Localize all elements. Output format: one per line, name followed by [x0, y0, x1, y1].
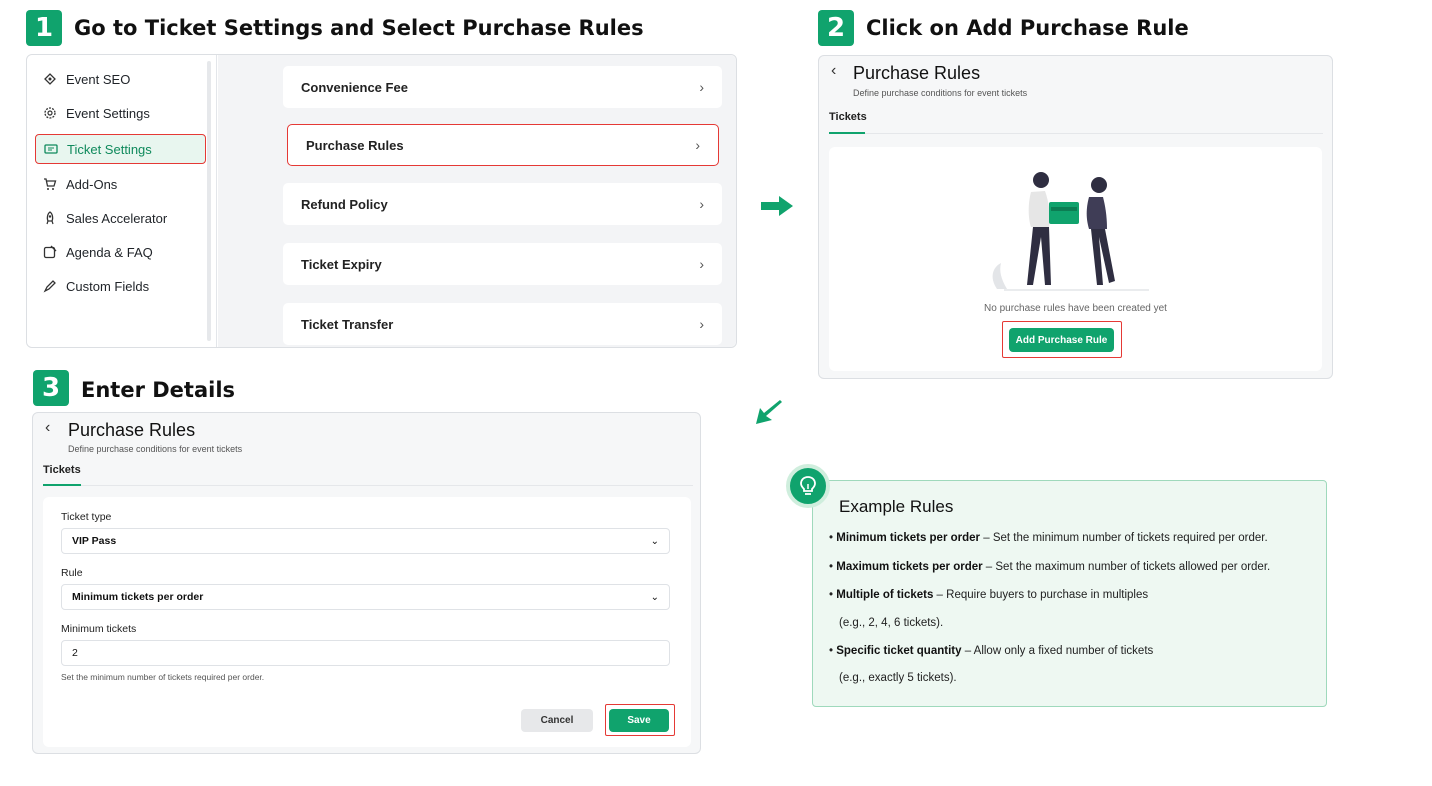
empty-state-card: No purchase rules have been created yet … [829, 147, 1322, 371]
sidebar-item-label: Add-Ons [66, 176, 118, 192]
step-3-title: Enter Details [81, 378, 236, 402]
rocket-icon [46, 211, 54, 225]
example-rule-item: • Specific ticket quantity – Allow only … [829, 645, 1154, 657]
back-icon[interactable]: ‹ [831, 62, 836, 80]
example-rule-item: • Multiple of tickets – Require buyers t… [829, 589, 1149, 601]
ticket-icon [44, 144, 58, 154]
purchase-rule-form-panel: ‹ Purchase Rules Define purchase conditi… [32, 412, 701, 754]
example-rule-name: Multiple of tickets [836, 589, 934, 601]
arrow-right-icon [761, 196, 793, 216]
step-1-badge: 1 [26, 10, 62, 46]
page-title: Purchase Rules [68, 420, 196, 440]
example-rule-desc: – Set the maximum number of tickets allo… [982, 561, 1271, 573]
row-label: Convenience Fee [301, 79, 408, 95]
sidebar-item-label: Event Settings [66, 105, 150, 121]
chevron-right-icon: › [699, 196, 704, 212]
page-subtitle: Define purchase conditions for event tic… [853, 88, 1028, 98]
example-rule-name: Minimum tickets per order [836, 532, 981, 544]
chevron-down-icon: ⌄ [650, 591, 659, 603]
step-2-title: Click on Add Purchase Rule [866, 16, 1189, 40]
lightbulb-icon [786, 464, 830, 508]
rule-value: Minimum tickets per order [72, 591, 204, 603]
back-icon[interactable]: ‹ [45, 419, 50, 437]
example-rule-desc: – Require buyers to purchase in multiple… [933, 589, 1149, 601]
handing-box-illustration-icon [992, 172, 1149, 291]
sidebar-item-label: Custom Fields [66, 278, 150, 294]
settings-row-purchase-rules[interactable]: Purchase Rules › [287, 124, 719, 166]
tab-tickets[interactable]: Tickets [829, 111, 867, 123]
page-title: Purchase Rules [853, 63, 981, 83]
purchase-rules-empty-panel: ‹ Purchase Rules Define purchase conditi… [818, 55, 1333, 379]
example-rules-box: Example Rules • Minimum tickets per orde… [812, 480, 1327, 707]
chevron-right-icon: › [699, 316, 704, 332]
sidebar-item-label: Sales Accelerator [66, 210, 168, 226]
minimum-tickets-label: Minimum tickets [61, 623, 137, 635]
sidebar-item-sales-accelerator[interactable]: Sales Accelerator [35, 203, 207, 233]
tab-divider [43, 485, 693, 486]
tab-active-indicator [829, 132, 865, 134]
seo-icon [44, 73, 56, 85]
arrow-down-left-icon [756, 400, 782, 424]
cart-icon [44, 178, 57, 190]
empty-state-text: No purchase rules have been created yet [984, 303, 1167, 314]
settings-row-ticket-transfer[interactable]: Ticket Transfer › [283, 303, 722, 345]
highlight-box [605, 704, 675, 736]
example-rule-item: • Maximum tickets per order – Set the ma… [829, 561, 1271, 573]
page-subtitle: Define purchase conditions for event tic… [68, 444, 243, 454]
minimum-tickets-input[interactable]: 2 [61, 640, 670, 666]
settings-row-ticket-expiry[interactable]: Ticket Expiry › [283, 243, 722, 285]
fields-icon [43, 280, 56, 293]
minimum-tickets-help: Set the minimum number of tickets requir… [61, 672, 265, 682]
sidebar: Event SEO Event Settings Ticket Settings… [27, 55, 217, 347]
sidebar-item-custom-fields[interactable]: Custom Fields [35, 271, 207, 301]
row-label: Purchase Rules [306, 137, 404, 153]
tab-active-indicator [43, 484, 81, 486]
settings-row-convenience-fee[interactable]: Convenience Fee › [283, 66, 722, 108]
row-label: Refund Policy [301, 196, 388, 212]
chevron-right-icon: › [699, 79, 704, 95]
example-rules-title: Example Rules [839, 497, 954, 516]
highlight-box [1002, 321, 1122, 358]
sidebar-item-event-seo[interactable]: Event SEO [35, 64, 207, 94]
ticket-type-value: VIP Pass [72, 535, 117, 547]
sidebar-item-label: Agenda & FAQ [66, 244, 153, 260]
chevron-down-icon: ⌄ [650, 535, 659, 547]
sidebar-item-add-ons[interactable]: Add-Ons [35, 169, 207, 199]
rule-select[interactable]: Minimum tickets per order ⌄ [61, 584, 670, 610]
row-label: Ticket Transfer [301, 316, 394, 332]
rule-label: Rule [61, 567, 83, 579]
example-rule-desc: – Allow only a fixed number of tickets [961, 645, 1154, 657]
ticket-settings-panel: Event SEO Event Settings Ticket Settings… [26, 54, 737, 348]
step-2-badge: 2 [818, 10, 854, 46]
sidebar-item-event-settings[interactable]: Event Settings [35, 98, 207, 128]
example-rule-desc: – Set the minimum number of tickets requ… [980, 532, 1268, 544]
cancel-button[interactable]: Cancel [521, 709, 593, 732]
ticket-type-label: Ticket type [61, 511, 112, 523]
example-rule-continuation: (e.g., exactly 5 tickets). [839, 672, 957, 684]
tab-divider [829, 133, 1323, 134]
example-rule-name: Specific ticket quantity [836, 645, 962, 657]
chevron-right-icon: › [695, 137, 700, 153]
sidebar-item-label: Event SEO [66, 71, 131, 87]
settings-row-refund-policy[interactable]: Refund Policy › [283, 183, 722, 225]
example-rule-continuation: (e.g., 2, 4, 6 tickets). [839, 617, 944, 629]
agenda-icon [43, 245, 57, 259]
step-1-title: Go to Ticket Settings and Select Purchas… [74, 16, 644, 40]
tab-tickets[interactable]: Tickets [43, 464, 81, 476]
example-rule-item: • Minimum tickets per order – Set the mi… [829, 532, 1268, 544]
example-rule-name: Maximum tickets per order [836, 561, 983, 573]
form-card: Ticket type VIP Pass ⌄ Rule Minimum tick… [43, 497, 691, 747]
step-3-badge: 3 [33, 370, 69, 406]
gear-icon [44, 107, 56, 119]
row-label: Ticket Expiry [301, 256, 382, 272]
sidebar-item-agenda-faq[interactable]: Agenda & FAQ [35, 237, 207, 267]
sidebar-item-label: Ticket Settings [67, 141, 152, 157]
sidebar-scrollbar[interactable] [207, 61, 211, 341]
minimum-tickets-value: 2 [72, 647, 78, 659]
chevron-right-icon: › [699, 256, 704, 272]
ticket-type-select[interactable]: VIP Pass ⌄ [61, 528, 670, 554]
sidebar-item-ticket-settings[interactable]: Ticket Settings [35, 134, 206, 164]
